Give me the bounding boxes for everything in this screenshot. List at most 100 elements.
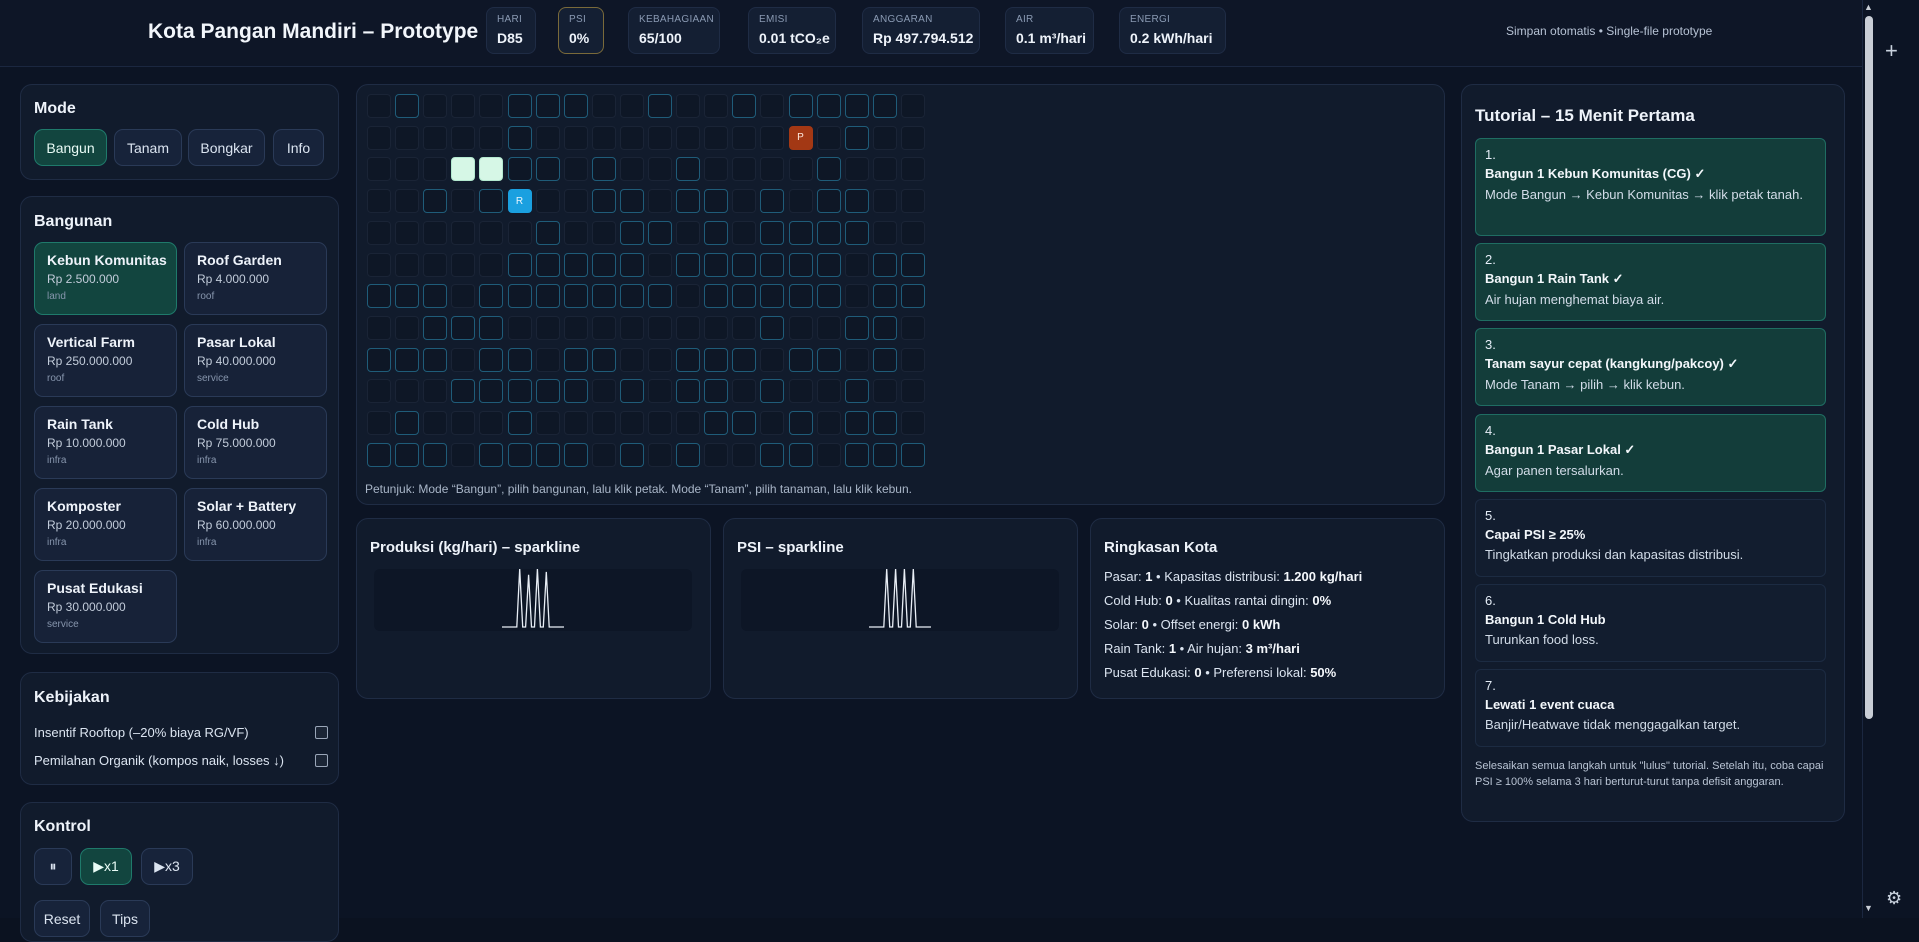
speed-x1-button[interactable]: ▶x1 <box>80 848 132 885</box>
grid-cell[interactable] <box>507 252 532 277</box>
grid-cell[interactable] <box>479 125 504 150</box>
building-card-kebun-komunitas[interactable]: Kebun Komunitas Rp 2.500.000 land <box>34 242 177 315</box>
grid-cell[interactable] <box>844 347 869 372</box>
grid-cell[interactable] <box>591 125 616 150</box>
grid-cell[interactable] <box>900 252 925 277</box>
grid-cell[interactable] <box>619 379 644 404</box>
grid-cell[interactable] <box>704 411 729 435</box>
pause-button[interactable]: ⏸ <box>34 848 72 885</box>
grid-cell[interactable] <box>423 379 448 404</box>
grid-cell[interactable] <box>648 220 672 245</box>
grid-cell[interactable] <box>676 442 701 467</box>
grid-cell[interactable] <box>563 220 588 245</box>
building-card-solar-battery[interactable]: Solar + Battery Rp 60.000.000 infra <box>184 488 327 561</box>
grid-cell[interactable] <box>563 189 588 214</box>
grid-cell[interactable] <box>760 94 785 118</box>
grid-cell[interactable] <box>648 315 672 340</box>
grid-cell[interactable] <box>900 157 925 182</box>
grid-cell[interactable] <box>479 220 504 245</box>
grid-cell[interactable] <box>788 189 813 214</box>
scroll-up-icon[interactable]: ▲ <box>1862 2 1875 12</box>
grid-cell[interactable] <box>535 442 560 467</box>
grid-cell[interactable] <box>451 411 476 435</box>
grid-cell[interactable] <box>816 284 841 309</box>
building-card-roof-garden[interactable]: Roof Garden Rp 4.000.000 roof <box>184 242 327 315</box>
grid-cell[interactable] <box>395 442 420 467</box>
grid-cell[interactable] <box>591 284 616 309</box>
grid-cell[interactable] <box>648 379 672 404</box>
mode-info-button[interactable]: Info <box>273 129 324 166</box>
grid-cell[interactable] <box>732 252 757 277</box>
grid-cell[interactable] <box>423 284 448 309</box>
grid-cell[interactable] <box>535 157 560 182</box>
grid-cell[interactable] <box>591 220 616 245</box>
grid-cell[interactable] <box>760 442 785 467</box>
grid-cell[interactable] <box>704 157 729 182</box>
grid-cell[interactable] <box>844 442 869 467</box>
grid-cell[interactable] <box>619 411 644 435</box>
grid-cell[interactable] <box>732 315 757 340</box>
grid-cell[interactable] <box>479 442 504 467</box>
grid-cell[interactable] <box>423 315 448 340</box>
grid-cell[interactable] <box>872 125 897 150</box>
grid-cell[interactable] <box>900 220 925 245</box>
speed-x3-button[interactable]: ▶x3 <box>141 848 193 885</box>
grid-cell[interactable] <box>451 94 476 118</box>
grid-cell[interactable] <box>704 125 729 150</box>
grid-cell[interactable] <box>367 252 391 277</box>
grid-cell[interactable] <box>535 315 560 340</box>
grid-cell[interactable] <box>423 220 448 245</box>
grid-cell[interactable] <box>563 125 588 150</box>
grid-cell[interactable] <box>423 94 448 118</box>
grid-cell-rain-tank[interactable]: R <box>507 189 532 214</box>
grid-cell[interactable] <box>479 284 504 309</box>
grid-cell[interactable] <box>676 379 701 404</box>
grid-cell[interactable] <box>507 379 532 404</box>
grid-cell[interactable] <box>676 284 701 309</box>
grid-cell[interactable] <box>367 442 391 467</box>
grid-cell[interactable] <box>872 284 897 309</box>
grid-cell[interactable] <box>535 94 560 118</box>
plus-icon[interactable]: + <box>1885 38 1898 64</box>
grid-cell[interactable] <box>648 284 672 309</box>
grid-cell[interactable] <box>732 94 757 118</box>
grid-cell[interactable] <box>535 347 560 372</box>
grid-cell[interactable] <box>451 442 476 467</box>
scrollbar-thumb[interactable] <box>1865 16 1873 719</box>
grid-cell[interactable] <box>844 315 869 340</box>
grid-cell[interactable] <box>788 379 813 404</box>
grid-cell[interactable] <box>451 252 476 277</box>
grid-cell[interactable] <box>395 94 420 118</box>
grid-cell[interactable] <box>788 252 813 277</box>
grid-cell[interactable] <box>704 189 729 214</box>
grid-cell[interactable] <box>451 189 476 214</box>
grid-cell[interactable] <box>760 411 785 435</box>
grid-cell[interactable] <box>732 125 757 150</box>
grid-cell[interactable] <box>704 315 729 340</box>
grid-cell[interactable] <box>507 411 532 435</box>
grid-cell[interactable] <box>395 379 420 404</box>
grid-cell[interactable] <box>676 220 701 245</box>
grid-cell[interactable] <box>648 252 672 277</box>
grid-cell[interactable] <box>591 157 616 182</box>
grid-cell[interactable] <box>367 411 391 435</box>
grid-cell[interactable] <box>872 157 897 182</box>
grid-cell[interactable] <box>367 220 391 245</box>
grid-cell[interactable] <box>563 347 588 372</box>
grid-cell[interactable] <box>788 284 813 309</box>
grid-cell[interactable] <box>395 125 420 150</box>
policy-organic-checkbox[interactable] <box>315 754 328 767</box>
mode-bangun-button[interactable]: Bangun <box>34 129 107 166</box>
grid-cell[interactable] <box>535 284 560 309</box>
grid-cell[interactable] <box>676 315 701 340</box>
grid-cell[interactable] <box>816 442 841 467</box>
grid-cell[interactable] <box>535 189 560 214</box>
grid-cell[interactable] <box>591 252 616 277</box>
grid-cell[interactable] <box>900 347 925 372</box>
grid-cell[interactable] <box>760 315 785 340</box>
grid-cell[interactable] <box>872 315 897 340</box>
grid-cell[interactable] <box>704 220 729 245</box>
grid-cell[interactable] <box>423 252 448 277</box>
grid-cell-community-garden[interactable] <box>479 157 504 182</box>
grid-cell[interactable] <box>648 125 672 150</box>
